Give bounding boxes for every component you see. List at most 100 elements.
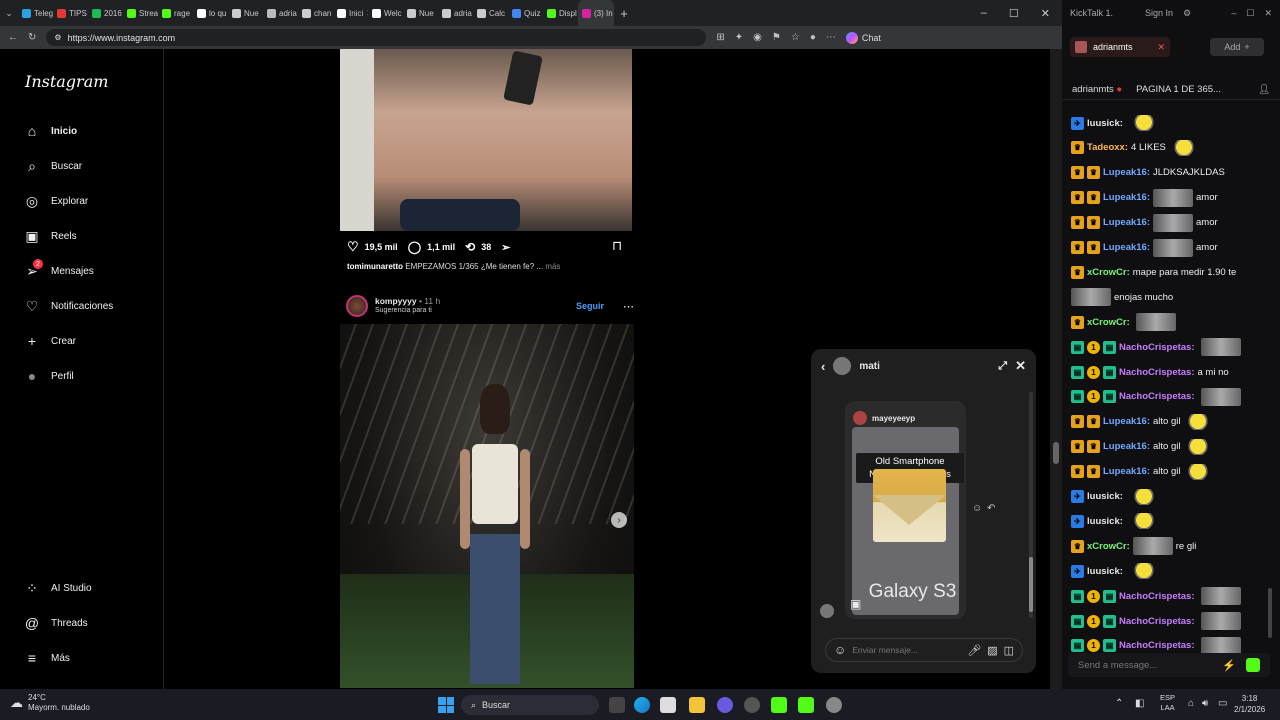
sidebar-item-aistudio[interactable]: ⁘ AI Studio — [24, 578, 91, 598]
sidebar-item-explorar[interactable]: ◎ Explorar — [24, 191, 88, 211]
channel-tab[interactable]: adrianmts ✕ — [1070, 37, 1170, 57]
browser-tab[interactable]: rage✕ — [158, 0, 193, 26]
battery-icon[interactable]: ▭ — [1218, 698, 1227, 709]
sidebar-item-perfil[interactable]: ● Perfil — [24, 366, 74, 386]
minimize-icon[interactable]: – — [981, 7, 987, 20]
browser-tab[interactable]: adria✕ — [438, 0, 473, 26]
avatar[interactable] — [346, 295, 368, 317]
instagram-logo[interactable]: Instagram — [25, 72, 108, 91]
chat-input[interactable]: Send a message... ⚡ — [1068, 653, 1270, 677]
carousel-next-button[interactable]: › — [611, 512, 627, 528]
discord-icon[interactable] — [717, 697, 733, 713]
browser-tab[interactable]: Nue✕ — [403, 0, 438, 26]
add-channel-button[interactable]: Add + — [1210, 38, 1264, 56]
windows-start-icon[interactable] — [438, 697, 454, 713]
chat-username[interactable]: Lupeak16: — [1103, 167, 1150, 178]
new-tab-button[interactable]: + — [614, 6, 634, 21]
post-username[interactable]: kompyyyy — [375, 296, 417, 306]
browser-tab[interactable]: Strea✕ — [123, 0, 158, 26]
chat-scrollbar[interactable] — [1268, 588, 1272, 638]
message-input[interactable] — [852, 645, 941, 655]
site-info-icon[interactable]: ⚙ — [54, 33, 61, 42]
kick-icon[interactable] — [771, 697, 787, 713]
browser-tab[interactable]: adria✕ — [263, 0, 298, 26]
sticker-icon[interactable]: ◫ — [1004, 644, 1014, 657]
bookmark-icon[interactable]: ⊓ — [612, 238, 622, 254]
close-tab-icon[interactable]: ✕ — [1157, 42, 1165, 53]
browser-tab[interactable]: Teleg✕ — [18, 0, 53, 26]
scrollbar-thumb[interactable] — [1053, 442, 1059, 464]
more-options-icon[interactable]: ⋯ — [623, 300, 634, 313]
tab-list-icon[interactable]: ⌄ — [0, 8, 18, 19]
share-icon[interactable]: ➢ — [501, 241, 510, 254]
sidebar-item-reels[interactable]: ▣ Reels — [24, 226, 76, 246]
close-window-icon[interactable]: ✕ — [1041, 7, 1050, 20]
language-indicator[interactable]: ESP LAA — [1160, 693, 1175, 713]
shared-reel[interactable]: mayeyeeyp Old Smartphone Notification So… — [845, 401, 966, 619]
browser-tab[interactable]: 2016✕ — [88, 0, 123, 26]
taskbar-clock[interactable]: 3:18 2/1/2026 — [1234, 693, 1265, 715]
page-scrollbar[interactable] — [1050, 49, 1062, 689]
favorites-icon[interactable]: ☆ — [791, 32, 800, 43]
dm-scrollbar[interactable] — [1029, 392, 1033, 618]
caption-more-link[interactable]: más — [545, 262, 560, 271]
chat-username[interactable]: xCrowCr: — [1087, 541, 1130, 552]
chat-username[interactable]: NachoCrispetas: — [1119, 342, 1195, 353]
browser-tab[interactable]: Quiz✕ — [508, 0, 543, 26]
avatar[interactable] — [853, 411, 867, 425]
emoji-icon[interactable]: ☺ — [834, 643, 846, 657]
browser-tab[interactable]: (3) In✕ — [578, 0, 614, 26]
browser-tab[interactable]: lo qu✕ — [193, 0, 228, 26]
task-view-icon[interactable] — [609, 697, 625, 713]
extension-icon[interactable]: ✦ — [735, 32, 743, 43]
browser-tab[interactable]: Welc✕ — [368, 0, 403, 26]
kicktalk-icon[interactable] — [798, 697, 814, 713]
chat-username[interactable]: Lupeak16: — [1103, 192, 1150, 203]
dm-contact-name[interactable]: mati — [859, 361, 880, 372]
explorer-icon[interactable] — [689, 697, 705, 713]
chat-username[interactable]: luusick: — [1087, 516, 1123, 527]
url-field[interactable]: ⚙ https://www.instagram.com — [46, 29, 707, 46]
browser-tab[interactable]: Displ✕ — [543, 0, 578, 26]
network-icon[interactable]: ⌂ — [1188, 698, 1194, 709]
back-icon[interactable]: ‹ — [821, 359, 825, 374]
chat-username[interactable]: NachoCrispetas: — [1119, 616, 1195, 627]
chat-username[interactable]: luusick: — [1087, 566, 1123, 577]
like-icon[interactable]: ♡ — [347, 239, 359, 255]
sidebar-item-buscar[interactable]: ⌕ Buscar — [24, 156, 82, 176]
chat-username[interactable]: xCrowCr: — [1087, 317, 1130, 328]
react-icon[interactable]: ☺ — [972, 503, 982, 514]
browser-tab[interactable]: Inici✕ — [333, 0, 368, 26]
chat-username[interactable]: Lupeak16: — [1103, 441, 1150, 452]
shared-username[interactable]: mayeyeeyp — [872, 414, 915, 423]
maximize-icon[interactable]: ☐ — [1246, 8, 1254, 19]
extension-icon[interactable]: ⊞ — [716, 32, 724, 43]
chat-username[interactable]: Lupeak16: — [1103, 416, 1150, 427]
close-icon[interactable]: ✕ — [1015, 358, 1026, 374]
chat-username[interactable]: Tadeoxx: — [1087, 142, 1128, 153]
post-image[interactable] — [340, 324, 634, 688]
copilot-button[interactable]: Chat — [845, 31, 881, 44]
more-icon[interactable]: ⋯ — [826, 32, 836, 43]
taskbar-search[interactable]: ⌕ Buscar — [461, 695, 599, 715]
dm-scrollbar-thumb[interactable] — [1029, 557, 1033, 612]
kick-emote-icon[interactable]: ⚡ — [1222, 659, 1236, 672]
sidebar-item-notificaciones[interactable]: ♡ Notificaciones — [24, 296, 114, 316]
chat-username[interactable]: Lupeak16: — [1103, 466, 1150, 477]
minimize-icon[interactable]: – — [1231, 8, 1236, 18]
tray-chevron-icon[interactable]: ⌃ — [1115, 698, 1123, 709]
chat-username[interactable]: NachoCrispetas: — [1119, 591, 1195, 602]
sign-in-button[interactable]: Sign In — [1145, 8, 1173, 18]
store-icon[interactable] — [660, 697, 676, 713]
maximize-icon[interactable]: ☐ — [1009, 7, 1019, 20]
browser-tab[interactable]: chan✕ — [298, 0, 333, 26]
expand-icon[interactable]: ⤢ — [998, 360, 1007, 373]
follow-button[interactable]: Seguir — [576, 301, 604, 311]
post-image[interactable] — [340, 49, 632, 231]
sidebar-item-inicio[interactable]: ⌂ Inicio — [24, 121, 77, 141]
sidebar-item-threads[interactable]: @ Threads — [24, 613, 88, 633]
browser-tab[interactable]: Nue✕ — [228, 0, 263, 26]
volume-icon[interactable]: 🔊︎ — [1202, 698, 1208, 709]
sidebar-item-crear[interactable]: + Crear — [24, 331, 76, 351]
app-icon[interactable] — [826, 697, 842, 713]
